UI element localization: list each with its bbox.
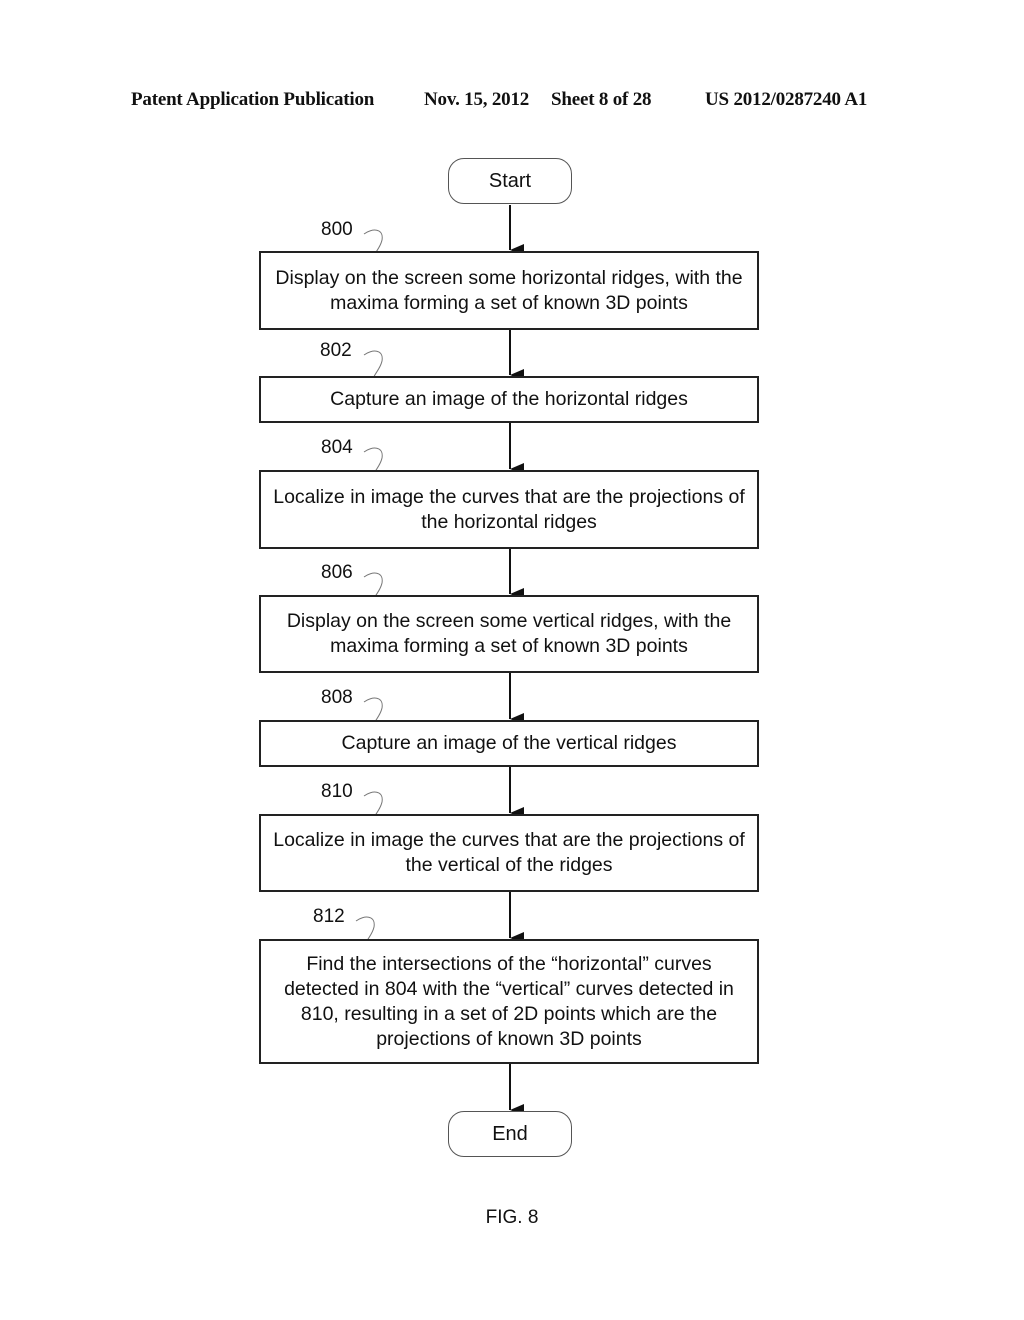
step-812: Find the intersections of the “horizonta… [259, 939, 759, 1064]
step-808: Capture an image of the vertical ridges [259, 720, 759, 767]
start-terminal: Start [448, 158, 572, 204]
step-ref-802: 802 [320, 340, 352, 361]
step-804: Localize in image the curves that are th… [259, 470, 759, 549]
step-ref-812: 812 [313, 906, 345, 927]
step-ref-804: 804 [321, 437, 353, 458]
step-ref-800: 800 [321, 219, 353, 240]
end-terminal: End [448, 1111, 572, 1157]
figure-label: FIG. 8 [485, 1207, 539, 1228]
step-ref-806: 806 [321, 562, 353, 583]
step-802: Capture an image of the horizontal ridge… [259, 376, 759, 423]
step-ref-810: 810 [321, 781, 353, 802]
step-800: Display on the screen some horizontal ri… [259, 251, 759, 330]
step-810: Localize in image the curves that are th… [259, 814, 759, 892]
step-ref-808: 808 [321, 687, 353, 708]
step-806: Display on the screen some vertical ridg… [259, 595, 759, 673]
